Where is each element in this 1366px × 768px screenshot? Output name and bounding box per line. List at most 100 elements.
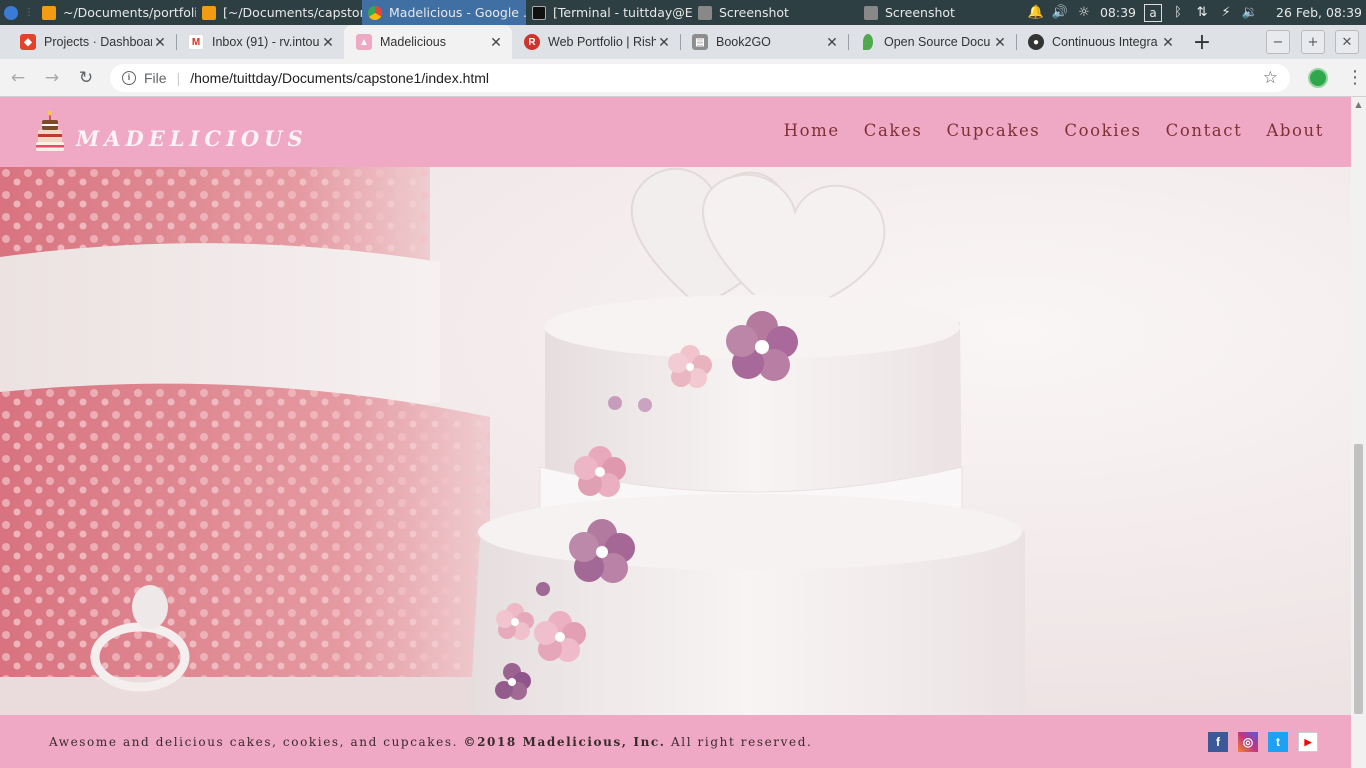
- url-scheme-label: File: [144, 69, 167, 86]
- bluetooth-icon[interactable]: ᛒ: [1170, 5, 1186, 21]
- nav-home[interactable]: Home: [784, 121, 840, 140]
- screenshot-icon: [864, 5, 878, 20]
- minimize-button[interactable]: −: [1266, 30, 1290, 54]
- nav-about[interactable]: About: [1266, 121, 1324, 140]
- taskbar-task-label: [Terminal - tuittday@E...: [553, 5, 692, 20]
- gitlab-icon: ◆: [20, 34, 36, 50]
- hero-cake-image: [0, 167, 1351, 715]
- maximize-button[interactable]: +: [1301, 30, 1325, 54]
- address-bar[interactable]: i File | /home/tuittday/Documents/capsto…: [110, 63, 1290, 92]
- volume-icon[interactable]: 🔊: [1052, 5, 1068, 21]
- taskbar-task-label: [~/Documents/capston...: [223, 5, 362, 20]
- tab-title: Continuous Integra: [1052, 35, 1158, 49]
- taskbar-task-screenshot-2[interactable]: Screenshot: [858, 0, 1024, 25]
- twitter-icon[interactable]: t: [1268, 732, 1288, 752]
- browser-menu-icon[interactable]: ⋮: [1346, 67, 1364, 88]
- keyboard-layout-indicator[interactable]: a: [1144, 3, 1163, 22]
- wedding-cake-illustration: [0, 167, 1351, 715]
- cake-logo-icon[interactable]: [35, 111, 65, 153]
- site-header: MADELICIOUS Home Cakes Cupcakes Cookies …: [0, 97, 1351, 167]
- page-scrollbar[interactable]: ▲: [1351, 97, 1366, 768]
- back-arrow-icon[interactable]: ←: [2, 62, 34, 94]
- browser-tab[interactable]: M Inbox (91) - rv.intou ✕: [176, 25, 344, 59]
- browser-tab-active[interactable]: ▲ Madelicious ✕: [344, 25, 512, 59]
- sublime-text-icon: [42, 5, 56, 20]
- browser-tab[interactable]: Open Source Docu ✕: [848, 25, 1016, 59]
- taskbar-task-sublime-capstone[interactable]: [~/Documents/capston...: [196, 0, 362, 25]
- bookmark-star-icon[interactable]: ☆: [1263, 68, 1278, 88]
- taskbar-task-screenshot-1[interactable]: Screenshot: [692, 0, 858, 25]
- nav-contact[interactable]: Contact: [1166, 121, 1243, 140]
- close-icon[interactable]: ✕: [152, 34, 168, 51]
- browser-tab[interactable]: ● Continuous Integra ✕: [1016, 25, 1184, 59]
- os-taskbar: ⋮ ~/Documents/portfolio... [~/Documents/…: [0, 0, 1366, 25]
- page-viewport: MADELICIOUS Home Cakes Cupcakes Cookies …: [0, 97, 1366, 768]
- close-icon[interactable]: ✕: [1160, 34, 1176, 51]
- scrollbar-thumb[interactable]: [1354, 444, 1363, 714]
- new-tab-button[interactable]: +: [1184, 25, 1220, 59]
- taskbar-task-chrome[interactable]: Madelicious - Google ...: [362, 0, 526, 25]
- tab-title: Book2GO: [716, 35, 771, 49]
- close-icon[interactable]: ✕: [488, 34, 504, 51]
- system-tray: 🔔 🔊 ☼ 08:39 a ᛒ ⇅ ⚡ 🔉 26 Feb, 08:39: [1028, 0, 1366, 25]
- brightness-icon[interactable]: ☼: [1076, 5, 1092, 21]
- taskbar-separator: ⋮: [24, 7, 34, 18]
- info-icon[interactable]: i: [122, 70, 136, 85]
- tray-clock[interactable]: 08:39: [1100, 5, 1136, 20]
- reload-icon[interactable]: ↻: [70, 62, 102, 94]
- browser-tab[interactable]: ▤ Book2GO ✕: [680, 25, 848, 59]
- instagram-icon[interactable]: ◎: [1238, 732, 1258, 752]
- facebook-icon[interactable]: f: [1208, 732, 1228, 752]
- book-icon: ▤: [692, 34, 708, 50]
- url-text[interactable]: /home/tuittday/Documents/capstone1/index…: [190, 70, 489, 86]
- volume-icon[interactable]: 🔉: [1242, 5, 1258, 21]
- circleci-icon: ●: [1028, 34, 1044, 50]
- app-menu-icon[interactable]: [0, 0, 22, 25]
- taskbar-task-label: Screenshot: [719, 5, 789, 20]
- footer-copyright: Awesome and delicious cakes, cookies, an…: [49, 735, 812, 749]
- terminal-icon: [532, 5, 546, 20]
- power-icon[interactable]: ⚡: [1218, 5, 1234, 21]
- scroll-up-arrow-icon[interactable]: ▲: [1351, 97, 1366, 112]
- url-divider: |: [176, 69, 181, 86]
- site-footer: Awesome and delicious cakes, cookies, an…: [0, 715, 1351, 768]
- close-icon[interactable]: ✕: [320, 34, 336, 51]
- site-brand[interactable]: MADELICIOUS: [76, 126, 308, 151]
- tab-title: Projects · Dashboard: [44, 35, 152, 49]
- nav-cupcakes[interactable]: Cupcakes: [946, 121, 1040, 140]
- close-icon[interactable]: ✕: [992, 34, 1008, 51]
- footer-copyright-owner: ©2018 Madelicious, Inc.: [463, 735, 666, 749]
- mongodb-leaf-icon: [863, 34, 873, 50]
- nav-cakes[interactable]: Cakes: [864, 121, 923, 140]
- browser-toolbar: ← → ↻ i File | /home/tuittday/Documents/…: [0, 59, 1366, 97]
- network-icon[interactable]: ⇅: [1194, 5, 1210, 21]
- chrome-icon: [368, 5, 382, 20]
- taskbar-task-label: Screenshot: [885, 5, 955, 20]
- taskbar-task-label: Madelicious - Google ...: [389, 5, 526, 20]
- footer-tagline: Awesome and delicious cakes, cookies, an…: [49, 735, 459, 749]
- notification-bell-icon[interactable]: 🔔: [1028, 5, 1044, 21]
- nav-cookies[interactable]: Cookies: [1064, 121, 1141, 140]
- close-window-button[interactable]: ✕: [1335, 30, 1359, 54]
- close-icon[interactable]: ✕: [656, 34, 672, 51]
- screenshot-icon: [698, 5, 712, 20]
- tab-title: Open Source Docu: [884, 35, 991, 49]
- main-nav: Home Cakes Cupcakes Cookies Contact Abou…: [760, 121, 1324, 140]
- tab-title: Inbox (91) - rv.intou: [212, 35, 320, 49]
- taskbar-task-sublime-portfolio[interactable]: ~/Documents/portfolio...: [36, 0, 196, 25]
- youtube-icon[interactable]: ▶: [1298, 732, 1318, 752]
- taskbar-task-label: ~/Documents/portfolio...: [63, 5, 196, 20]
- forward-arrow-icon[interactable]: →: [36, 62, 68, 94]
- browser-tab[interactable]: ◆ Projects · Dashboard ✕: [8, 25, 176, 59]
- browser-tab[interactable]: R Web Portfolio | Rish ✕: [512, 25, 680, 59]
- taskbar-task-terminal[interactable]: [Terminal - tuittday@E...: [526, 0, 692, 25]
- tab-title: Madelicious: [380, 35, 447, 49]
- close-icon[interactable]: ✕: [824, 34, 840, 51]
- ruby-icon: R: [524, 34, 540, 50]
- cake-favicon: ▲: [356, 34, 372, 50]
- social-links: f ◎ t ▶: [1208, 732, 1318, 752]
- extension-icon[interactable]: [1308, 67, 1328, 88]
- tab-title: Web Portfolio | Rish: [548, 35, 656, 49]
- tray-date-time[interactable]: 26 Feb, 08:39: [1276, 5, 1362, 20]
- gmail-icon: M: [188, 34, 204, 50]
